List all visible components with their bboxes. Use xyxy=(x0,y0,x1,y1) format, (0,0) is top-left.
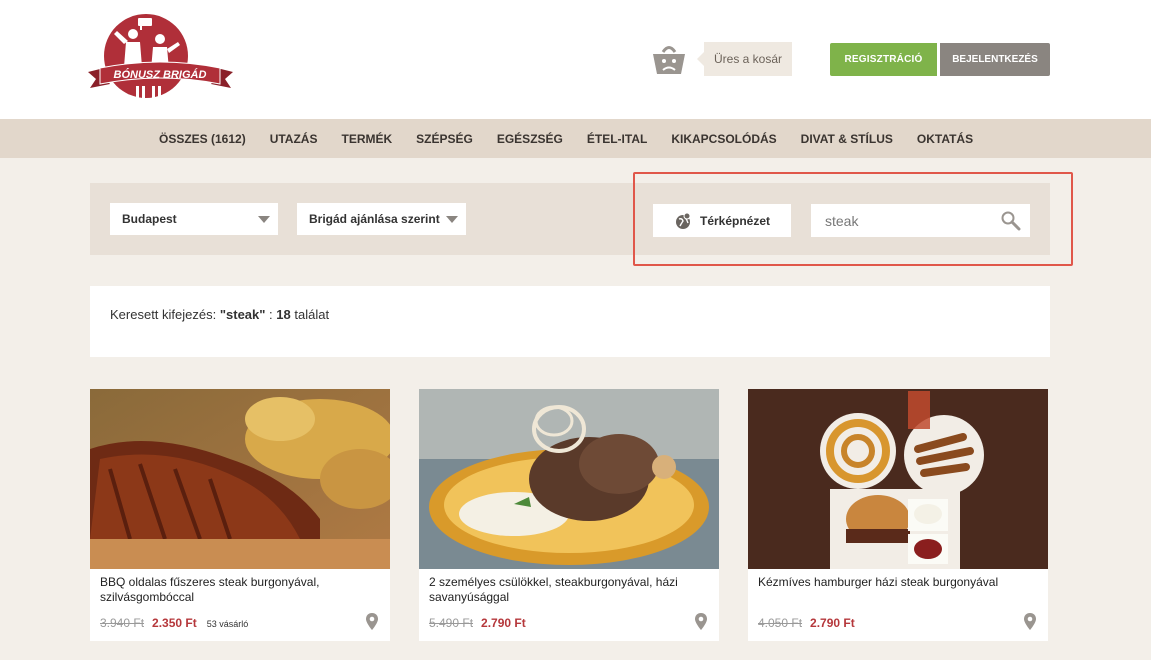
site-header: BÓNUSZ BRIGÁD Üres a kosár REGISZTRÁCIÓ … xyxy=(0,0,1151,119)
sort-select[interactable]: Brigád ajánlása szerint xyxy=(297,203,466,235)
deal-price: 2.790 Ft xyxy=(810,616,855,630)
sort-select-value: Brigád ajánlása szerint xyxy=(309,212,440,226)
search-results-summary: Keresett kifejezés: "steak" : 18 találat xyxy=(90,286,1050,357)
nav-item-leisure[interactable]: KIKAPCSOLÓDÁS xyxy=(671,132,776,146)
results-count: 18 xyxy=(276,307,291,322)
bonusz-brigad-logo[interactable]: BÓNUSZ BRIGÁD xyxy=(88,12,233,104)
nav-item-all[interactable]: ÖSSZES (1612) xyxy=(159,132,246,146)
deal-title[interactable]: Kézmíves hamburger házi steak burgonyáva… xyxy=(758,575,1028,590)
svg-text:BÓNUSZ BRIGÁD: BÓNUSZ BRIGÁD xyxy=(114,68,207,81)
deal-title[interactable]: 2 személyes csülökkel, steakburgonyával,… xyxy=(429,575,699,605)
nav-item-beauty[interactable]: SZÉPSÉG xyxy=(416,132,473,146)
original-price: 3.940 Ft xyxy=(100,616,145,630)
map-pin-icon[interactable] xyxy=(366,613,378,631)
results-separator: : xyxy=(269,307,273,322)
deal-price: 2.350 Ft xyxy=(152,616,197,630)
deal-image-hamburger[interactable] xyxy=(748,389,1048,569)
map-view-button[interactable]: Térképnézet xyxy=(653,204,791,237)
search-box[interactable] xyxy=(811,204,1030,237)
results-text: Keresett kifejezés: "steak" : 18 találat xyxy=(110,307,329,322)
deal-image-ribs[interactable] xyxy=(90,389,390,569)
city-select[interactable]: Budapest xyxy=(110,203,278,235)
register-button[interactable]: REGISZTRÁCIÓ xyxy=(830,43,937,76)
nav-item-education[interactable]: OKTATÁS xyxy=(917,132,973,146)
deal-title[interactable]: BBQ oldalas fűszeres steak burgonyával, … xyxy=(100,575,370,605)
chevron-down-icon xyxy=(446,216,458,223)
nav-item-product[interactable]: TERMÉK xyxy=(341,132,392,146)
results-suffix: találat xyxy=(294,307,330,322)
deal-image-pork-knuckle[interactable] xyxy=(419,389,719,569)
nav-item-fashion[interactable]: DIVAT & STÍLUS xyxy=(801,132,893,146)
category-nav: ÖSSZES (1612) UTAZÁS TERMÉK SZÉPSÉG EGÉS… xyxy=(0,119,1151,158)
city-select-value: Budapest xyxy=(122,212,177,226)
original-price: 4.050 Ft xyxy=(758,616,803,630)
sad-basket-icon xyxy=(653,46,685,74)
map-pin-icon[interactable] xyxy=(1024,613,1036,631)
deal-price: 2.790 Ft xyxy=(481,616,526,630)
magnifier-icon[interactable] xyxy=(1000,210,1022,232)
map-pin-icon[interactable] xyxy=(695,613,707,631)
search-input[interactable] xyxy=(825,212,985,229)
original-price: 5.490 Ft xyxy=(429,616,474,630)
buyer-count: 53 vásárló xyxy=(206,619,249,629)
login-button[interactable]: BEJELENTKEZÉS xyxy=(940,43,1050,76)
nav-item-health[interactable]: EGÉSZSÉG xyxy=(497,132,563,146)
nav-item-food[interactable]: ÉTEL-ITAL xyxy=(587,132,647,146)
filter-bar: Budapest Brigád ajánlása szerint Térképn… xyxy=(90,183,1050,255)
deal-card[interactable]: 2 személyes csülökkel, steakburgonyával,… xyxy=(419,389,719,641)
results-prefix: Keresett kifejezés: xyxy=(110,307,217,322)
chevron-down-icon xyxy=(258,216,270,223)
cart[interactable]: Üres a kosár xyxy=(650,42,793,76)
cart-status: Üres a kosár xyxy=(696,42,793,76)
map-view-label: Térképnézet xyxy=(699,213,771,228)
globe-pin-icon xyxy=(675,212,691,229)
results-query: "steak" xyxy=(219,307,266,322)
deal-card[interactable]: Kézmíves hamburger házi steak burgonyáva… xyxy=(748,389,1048,641)
nav-item-travel[interactable]: UTAZÁS xyxy=(270,132,318,146)
deal-card[interactable]: BBQ oldalas fűszeres steak burgonyával, … xyxy=(90,389,390,641)
